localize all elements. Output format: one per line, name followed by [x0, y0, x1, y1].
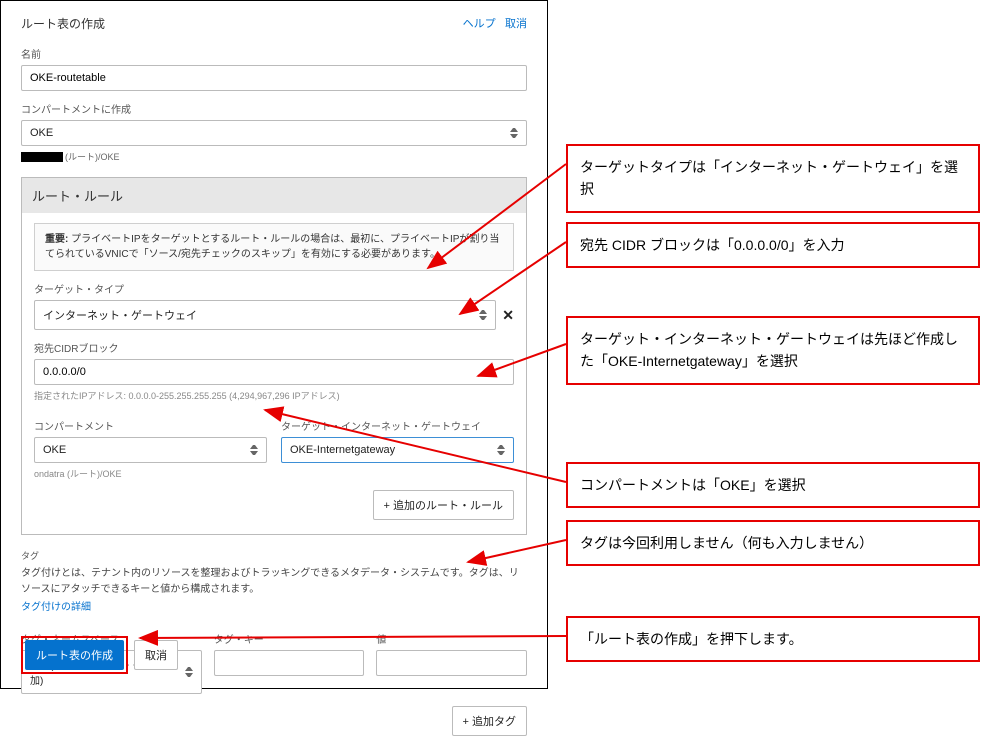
target-type-label: ターゲット・タイプ — [34, 281, 514, 296]
tags-description: タグ付けとは、テナント内のリソースを整理およびトラッキングできるメタデータ・シス… — [21, 566, 527, 598]
annotation-4: コンパートメントは「OKE」を選択 — [566, 462, 980, 508]
dropdown-spinner-icon — [185, 667, 193, 677]
dropdown-spinner-icon — [510, 128, 518, 138]
target-ig-label: ターゲット・インターネット・ゲートウェイ — [281, 418, 514, 433]
remove-rule-icon[interactable]: ✕ — [502, 307, 514, 324]
tagging-details-link[interactable]: タグ付けの詳細 — [21, 602, 91, 613]
tag-value-label: 値 — [376, 631, 527, 646]
tag-key-label: タグ・キー — [214, 631, 365, 646]
tag-key-input[interactable] — [214, 650, 365, 676]
add-route-rule-button[interactable]: + 追加のルート・ルール — [373, 490, 514, 520]
annotation-1: ターゲットタイプは「インターネット・ゲートウェイ」を選択 — [566, 144, 980, 213]
important-note: 重要: プライベートIPをターゲットとするルート・ルールの場合は、最初に、プライ… — [34, 223, 514, 271]
annotation-3: ターゲット・インターネット・ゲートウェイは先ほど作成した「OKE-Interne… — [566, 316, 980, 385]
route-rules-header: ルート・ルール — [22, 178, 526, 213]
target-ig-select[interactable]: OKE-Internetgateway — [281, 437, 514, 463]
header-links: ヘルプ 取消 — [457, 15, 527, 31]
route-rules-card: ルート・ルール 重要: プライベートIPをターゲットとするルート・ルールの場合は… — [21, 177, 527, 535]
rule-compartment-select[interactable]: OKE — [34, 437, 267, 463]
cidr-hint: 指定されたIPアドレス: 0.0.0.0-255.255.255.255 (4,… — [34, 389, 514, 402]
dropdown-spinner-icon — [479, 310, 487, 320]
rule-compartment-value: OKE — [43, 444, 66, 456]
compartment-create-select[interactable]: OKE — [21, 120, 527, 146]
dropdown-spinner-icon — [250, 445, 258, 455]
tag-value-input[interactable] — [376, 650, 527, 676]
dialog-panel: ルート表の作成 ヘルプ 取消 名前 コンパートメントに作成 OKE (ルート)/… — [0, 0, 548, 689]
add-tag-button[interactable]: + 追加タグ — [452, 706, 527, 736]
footer-cancel-button[interactable]: 取消 — [134, 640, 178, 670]
compartment-create-value: OKE — [30, 127, 53, 139]
tags-section-label: タグ — [21, 549, 527, 562]
name-input[interactable] — [21, 65, 527, 91]
redacted-root — [21, 152, 63, 162]
cidr-input[interactable] — [34, 359, 514, 385]
create-route-table-button[interactable]: ルート表の作成 — [25, 640, 124, 670]
help-link[interactable]: ヘルプ — [463, 18, 496, 30]
dialog-title: ルート表の作成 — [21, 15, 105, 32]
annotation-2: 宛先 CIDR ブロックは「0.0.0.0/0」を入力 — [566, 222, 980, 268]
dropdown-spinner-icon — [497, 445, 505, 455]
target-type-value: インターネット・ゲートウェイ — [43, 307, 197, 323]
annotation-6: 「ルート表の作成」を押下します。 — [566, 616, 980, 662]
rule-compartment-bread: ondatra (ルート)/OKE — [34, 467, 267, 480]
target-ig-value: OKE-Internetgateway — [290, 444, 395, 456]
name-label: 名前 — [21, 46, 527, 61]
cidr-label: 宛先CIDRブロック — [34, 340, 514, 355]
compartment-create-label: コンパートメントに作成 — [21, 101, 527, 116]
compartment-breadcrumb: (ルート)/OKE — [21, 150, 527, 163]
cancel-link[interactable]: 取消 — [505, 18, 527, 30]
rule-compartment-label: コンパートメント — [34, 418, 267, 433]
annotation-5: タグは今回利用しません（何も入力しません） — [566, 520, 980, 566]
target-type-select[interactable]: インターネット・ゲートウェイ — [34, 300, 496, 330]
